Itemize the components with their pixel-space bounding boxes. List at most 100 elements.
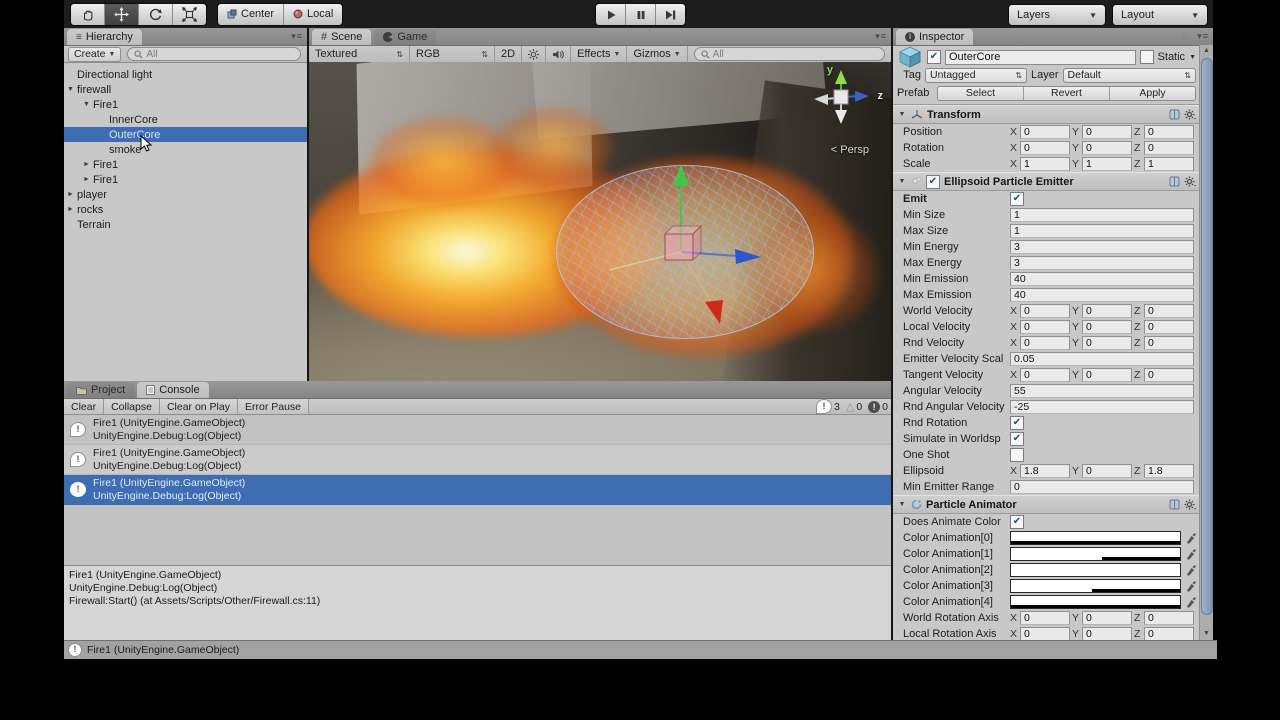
effects-dropdown[interactable]: Effects ▼ — [571, 46, 628, 62]
hand-tool-button[interactable] — [71, 3, 105, 25]
active-checkbox[interactable] — [927, 50, 941, 64]
foldout-closed-icon[interactable] — [80, 176, 93, 183]
move-gizmo[interactable] — [309, 62, 891, 381]
tab-hierarchy[interactable]: ≡ Hierarchy — [67, 29, 142, 45]
create-dropdown[interactable]: Create ▼ — [68, 46, 122, 62]
local-velocity-z-field[interactable]: 0 — [1144, 320, 1194, 334]
ellipsoid-y-field[interactable]: 0 — [1082, 464, 1132, 478]
static-dropdown-icon[interactable]: ▼ — [1189, 54, 1196, 61]
rotation-y-field[interactable]: 0 — [1082, 141, 1132, 155]
panel-menu-icon[interactable]: ▾≡ — [291, 31, 303, 42]
animator-header[interactable]: Particle Animator — [893, 495, 1200, 514]
space-toggle-button[interactable]: Local — [284, 3, 343, 25]
simulate-worldspace-checkbox[interactable] — [1010, 432, 1024, 446]
max-size-field[interactable]: 1 — [1010, 224, 1194, 238]
help-book-icon[interactable] — [1169, 176, 1180, 187]
scale-z-field[interactable]: 1 — [1144, 157, 1194, 171]
emitter-velocity-scale-field[interactable]: 0.05 — [1010, 352, 1194, 366]
local-velocity-y-field[interactable]: 0 — [1082, 320, 1132, 334]
angular-velocity-field[interactable]: 55 — [1010, 384, 1194, 398]
tree-item-fire1[interactable]: Fire1 — [64, 97, 307, 112]
tree-item-outercore-selected[interactable]: OuterCore — [64, 127, 307, 142]
rotate-tool-button[interactable] — [139, 3, 173, 25]
color-swatch-1[interactable] — [1010, 547, 1181, 561]
2d-toggle-button[interactable]: 2D — [495, 46, 523, 62]
foldout-open-icon[interactable] — [897, 111, 907, 118]
one-shot-checkbox[interactable] — [1010, 448, 1024, 462]
gear-icon[interactable] — [1184, 109, 1196, 120]
step-button[interactable] — [656, 4, 685, 25]
rotation-x-field[interactable]: 0 — [1020, 141, 1070, 155]
scale-y-field[interactable]: 1 — [1082, 157, 1132, 171]
scale-x-field[interactable]: 1 — [1020, 157, 1070, 171]
foldout-open-icon[interactable] — [897, 178, 907, 185]
scrollbar-thumb[interactable] — [1201, 58, 1213, 615]
emitter-header[interactable]: Ellipsoid Particle Emitter — [893, 172, 1200, 191]
color-swatch-3[interactable] — [1010, 579, 1181, 593]
clear-on-play-button[interactable]: Clear on Play — [159, 399, 238, 414]
position-x-field[interactable]: 0 — [1020, 125, 1070, 139]
tab-scene[interactable]: # Scene — [312, 29, 372, 45]
inspector-scrollbar[interactable]: ▲ ▼ — [1199, 45, 1213, 640]
rnd-angular-velocity-field[interactable]: -25 — [1010, 400, 1194, 414]
rnd-rotation-checkbox[interactable] — [1010, 416, 1024, 430]
lighting-toggle-button[interactable] — [522, 46, 547, 62]
gizmo-down-axis[interactable] — [835, 110, 847, 124]
tree-item-firewall[interactable]: firewall — [64, 82, 307, 97]
collapse-button[interactable]: Collapse — [104, 399, 160, 414]
clear-button[interactable]: Clear — [64, 399, 105, 414]
tangent-velocity-y-field[interactable]: 0 — [1082, 368, 1132, 382]
position-z-field[interactable]: 0 — [1144, 125, 1194, 139]
foldout-open-icon[interactable] — [80, 101, 93, 108]
layout-dropdown[interactable]: Layout ▼ — [1112, 4, 1208, 26]
gizmos-dropdown[interactable]: Gizmos ▼ — [627, 46, 688, 62]
min-emission-field[interactable]: 40 — [1010, 272, 1194, 286]
audio-toggle-button[interactable] — [546, 46, 572, 62]
error-count-toggle[interactable]: ! 0 — [868, 400, 888, 413]
emitter-cube-handle[interactable] — [664, 233, 694, 261]
tangent-velocity-x-field[interactable]: 0 — [1020, 368, 1070, 382]
tree-item-innercore[interactable]: InnerCore — [64, 112, 307, 127]
tree-item-rocks[interactable]: rocks — [64, 202, 307, 217]
local-rotation-z-field[interactable]: 0 — [1144, 627, 1194, 640]
tree-item-smoke[interactable]: smoke — [64, 142, 307, 157]
scene-viewport[interactable]: y z Persp — [309, 62, 891, 381]
gizmo-y-axis[interactable] — [835, 70, 847, 84]
help-book-icon[interactable] — [1169, 109, 1180, 120]
scene-search-input[interactable]: All — [693, 47, 885, 61]
gizmo-z-arrow[interactable] — [735, 249, 761, 264]
min-size-field[interactable]: 1 — [1010, 208, 1194, 222]
warning-count-toggle[interactable]: △ 0 — [846, 400, 862, 414]
prefab-revert-button[interactable]: Revert — [1024, 86, 1110, 100]
tree-item-terrain[interactable]: Terrain — [64, 217, 307, 232]
local-rotation-y-field[interactable]: 0 — [1082, 627, 1132, 640]
static-checkbox[interactable] — [1139, 50, 1154, 64]
prefab-select-button[interactable]: Select — [938, 86, 1024, 100]
gizmo-cube[interactable] — [833, 89, 849, 105]
max-energy-field[interactable]: 3 — [1010, 256, 1194, 270]
error-pause-button[interactable]: Error Pause — [237, 399, 310, 414]
tag-dropdown[interactable]: Untagged ⇅ — [925, 67, 1027, 83]
scale-tool-button[interactable] — [173, 3, 206, 25]
panel-menu-icon[interactable]: ▾≡ — [1197, 31, 1209, 42]
rotation-z-field[interactable]: 0 — [1144, 141, 1194, 155]
scroll-down-arrow-icon[interactable]: ▼ — [1200, 628, 1213, 640]
persp-label[interactable]: Persp — [831, 144, 869, 156]
info-count-toggle[interactable]: ! 3 — [816, 399, 840, 414]
gizmo-z-axis[interactable] — [855, 91, 869, 102]
emitter-enabled-checkbox[interactable] — [926, 174, 940, 189]
render-mode-dropdown[interactable]: RGB ⇅ — [410, 46, 495, 62]
gameobject-cube-icon[interactable] — [897, 45, 923, 69]
hierarchy-search-input[interactable]: All — [127, 47, 301, 61]
gizmo-y-arrow[interactable] — [673, 164, 689, 186]
rnd-velocity-x-field[interactable]: 0 — [1020, 336, 1070, 350]
gizmo-x-axis[interactable] — [814, 94, 828, 105]
status-bar[interactable]: ! Fire1 (UnityEngine.GameObject) — [64, 640, 1217, 659]
rnd-velocity-z-field[interactable]: 0 — [1144, 336, 1194, 350]
foldout-closed-icon[interactable] — [64, 191, 77, 198]
layer-dropdown[interactable]: Default ⇅ — [1062, 67, 1196, 83]
tree-item-directional-light[interactable]: Directional light — [64, 67, 307, 82]
scene-orientation-gizmo[interactable] — [809, 66, 873, 130]
layers-dropdown[interactable]: Layers ▼ — [1008, 4, 1106, 26]
ellipsoid-x-field[interactable]: 1.8 — [1020, 464, 1070, 478]
